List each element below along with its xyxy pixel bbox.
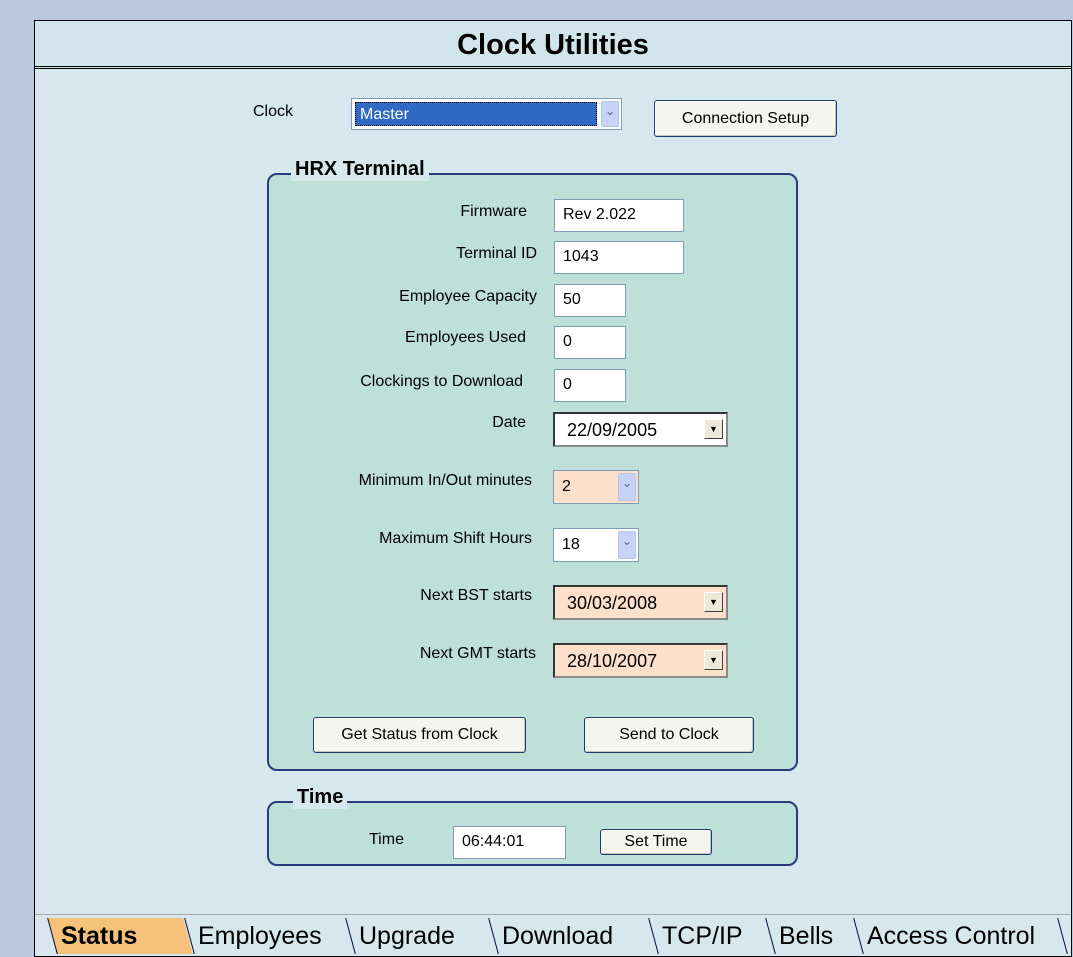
employee-capacity-label: Employee Capacity xyxy=(399,288,537,305)
date-value: 22/09/2005 xyxy=(567,420,658,440)
send-to-clock-button[interactable]: Send to Clock xyxy=(584,717,754,753)
min-in-out-label: Minimum In/Out minutes xyxy=(358,472,532,489)
terminal-id-label: Terminal ID xyxy=(456,245,537,262)
tab-access-control[interactable]: Access Control xyxy=(853,918,1068,954)
max-shift-value: 18 xyxy=(562,536,580,553)
clockings-to-download-field[interactable]: 0 xyxy=(554,369,626,402)
next-bst-picker[interactable]: 30/03/2008 ▼ xyxy=(553,585,728,620)
clock-utilities-window: Clock Utilities Clock Master ⌄ Connectio… xyxy=(34,20,1072,957)
min-in-out-value: 2 xyxy=(562,478,571,495)
hrx-terminal-legend: HRX Terminal xyxy=(291,158,429,181)
clock-select-value: Master xyxy=(360,106,409,123)
dropdown-arrow-icon[interactable]: ▼ xyxy=(704,419,723,439)
tab-status[interactable]: Status xyxy=(47,918,193,954)
time-label: Time xyxy=(369,831,404,848)
dropdown-arrow-icon[interactable]: ▼ xyxy=(704,650,723,670)
tab-bar: Status Employees Upgrade Download TCP/IP… xyxy=(35,914,1071,956)
date-picker[interactable]: 22/09/2005 ▼ xyxy=(553,412,728,447)
max-shift-label: Maximum Shift Hours xyxy=(379,530,532,547)
tab-download[interactable]: Download xyxy=(488,918,657,954)
firmware-field[interactable]: Rev 2.022 xyxy=(554,199,684,232)
clockings-to-download-label: Clockings to Download xyxy=(360,373,523,390)
employee-capacity-field[interactable]: 50 xyxy=(554,284,626,317)
max-shift-select[interactable]: 18 ⌄ xyxy=(553,528,639,562)
get-status-button[interactable]: Get Status from Clock xyxy=(313,717,526,753)
tab-employees[interactable]: Employees xyxy=(184,918,354,954)
clock-label: Clock xyxy=(253,103,294,120)
next-gmt-value: 28/10/2007 xyxy=(567,651,658,671)
chevron-down-icon[interactable]: ⌄ xyxy=(618,531,636,559)
firmware-label: Firmware xyxy=(460,203,527,220)
tab-bells[interactable]: Bells xyxy=(765,918,862,954)
next-gmt-label: Next GMT starts xyxy=(419,645,536,662)
date-label: Date xyxy=(492,414,526,431)
employees-used-field[interactable]: 0 xyxy=(554,326,626,359)
chevron-down-icon[interactable]: ⌄ xyxy=(601,101,619,127)
set-time-button[interactable]: Set Time xyxy=(600,829,712,855)
next-bst-value: 30/03/2008 xyxy=(567,593,658,613)
window-title: Clock Utilities xyxy=(35,21,1071,69)
tab-upgrade[interactable]: Upgrade xyxy=(345,918,497,954)
next-bst-label: Next BST starts xyxy=(420,587,532,604)
time-legend: Time xyxy=(293,786,348,809)
chevron-down-icon[interactable]: ⌄ xyxy=(618,473,636,501)
terminal-id-field[interactable]: 1043 xyxy=(554,241,684,274)
employees-used-label: Employees Used xyxy=(405,329,526,346)
time-field[interactable]: 06:44:01 xyxy=(453,826,566,859)
next-gmt-picker[interactable]: 28/10/2007 ▼ xyxy=(553,643,728,678)
min-in-out-select[interactable]: 2 ⌄ xyxy=(553,470,639,504)
clock-select[interactable]: Master ⌄ xyxy=(351,98,622,130)
dropdown-arrow-icon[interactable]: ▼ xyxy=(704,592,723,612)
tab-tcp-ip[interactable]: TCP/IP xyxy=(648,918,774,954)
connection-setup-button[interactable]: Connection Setup xyxy=(654,100,837,137)
